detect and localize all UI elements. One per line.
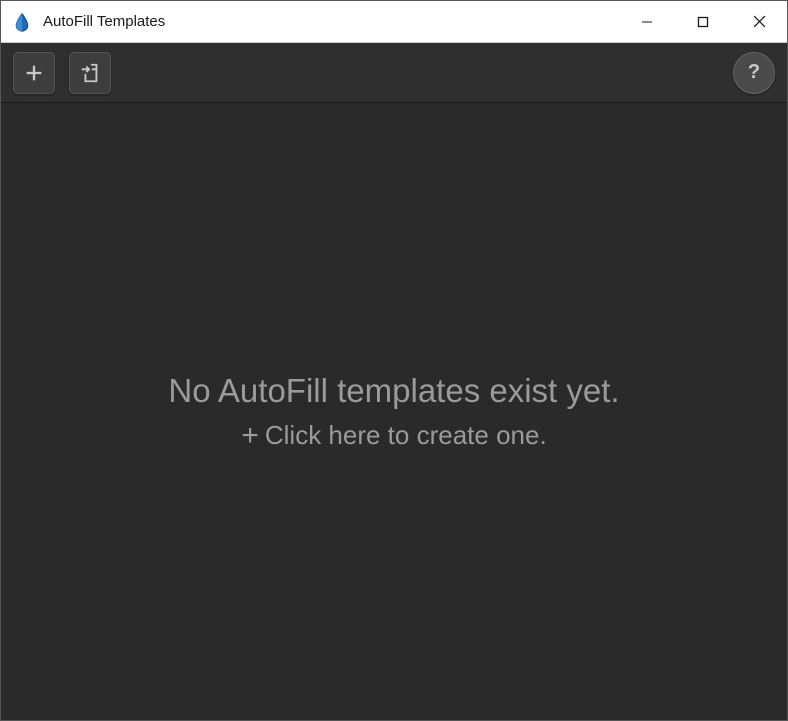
close-icon	[753, 15, 766, 28]
maximize-button[interactable]	[675, 1, 731, 42]
help-icon: ?	[748, 61, 760, 84]
plus-icon: +	[241, 421, 259, 451]
help-button[interactable]: ?	[733, 52, 775, 94]
app-droplet-icon	[11, 11, 33, 33]
toolbar: ?	[1, 43, 787, 103]
maximize-icon	[697, 16, 709, 28]
titlebar-controls	[619, 1, 787, 42]
minimize-button[interactable]	[619, 1, 675, 42]
empty-state-action-text: Click here to create one.	[265, 420, 547, 451]
minimize-icon	[641, 16, 653, 28]
plus-icon	[23, 62, 45, 84]
empty-state-create-link[interactable]: + Click here to create one.	[241, 420, 546, 451]
add-template-button[interactable]	[13, 52, 55, 94]
window: AutoFill Templates	[0, 0, 788, 721]
import-template-button[interactable]	[69, 52, 111, 94]
window-title: AutoFill Templates	[43, 13, 619, 30]
close-button[interactable]	[731, 1, 787, 42]
titlebar: AutoFill Templates	[1, 1, 787, 43]
empty-state-title: No AutoFill templates exist yet.	[168, 372, 619, 410]
content-area: No AutoFill templates exist yet. + Click…	[1, 103, 787, 720]
import-icon	[79, 62, 101, 84]
